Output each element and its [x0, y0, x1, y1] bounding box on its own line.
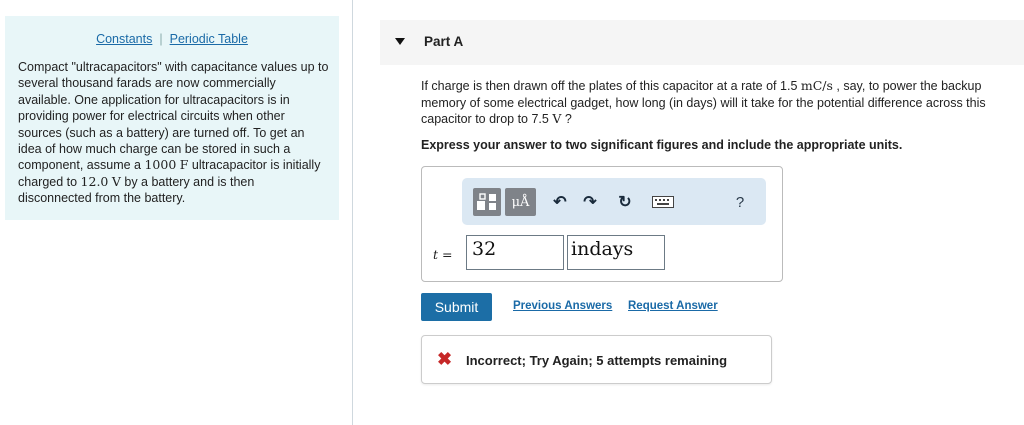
- initial-voltage-value: 12.0: [80, 173, 109, 189]
- capacitance-value: 1000: [144, 157, 177, 173]
- part-a-header[interactable]: Part A: [380, 20, 1024, 65]
- periodic-table-link[interactable]: Periodic Table: [170, 32, 248, 46]
- previous-answers-link[interactable]: Previous Answers: [513, 300, 612, 312]
- feedback-box: ✖ Incorrect; Try Again; 5 attempts remai…: [421, 335, 772, 384]
- reset-icon[interactable]: ↻: [611, 188, 639, 216]
- units-input[interactable]: indays: [567, 235, 665, 270]
- collapse-caret-icon[interactable]: [395, 38, 405, 45]
- value-input[interactable]: 32: [466, 235, 564, 270]
- reference-links: Constants | Periodic Table: [5, 32, 339, 46]
- final-voltage-value: 7.5: [531, 112, 549, 126]
- redo-icon[interactable]: ↷: [576, 188, 604, 216]
- part-title: Part A: [424, 34, 464, 49]
- undo-icon[interactable]: ↶: [546, 188, 574, 216]
- voltage-unit: V: [111, 173, 121, 189]
- intro-text-1: Compact "ultracapacitors" with capacitan…: [18, 60, 329, 173]
- help-button[interactable]: ?: [726, 188, 754, 216]
- rate-value: 1.5: [780, 79, 798, 93]
- incorrect-x-icon: ✖: [437, 349, 453, 369]
- feedback-message: Incorrect; Try Again; 5 attempts remaini…: [466, 353, 728, 368]
- question-text-3: ?: [561, 112, 572, 126]
- question-text: If charge is then drawn off the plates o…: [421, 78, 1017, 128]
- request-answer-link[interactable]: Request Answer: [628, 300, 718, 312]
- submit-button[interactable]: Submit: [421, 293, 492, 321]
- info-panel: Constants | Periodic Table Compact "ultrac…: [5, 16, 339, 220]
- problem-intro: Compact "ultracapacitors" with capacitan…: [18, 59, 330, 207]
- templates-icon: [477, 193, 496, 210]
- math-toolbar: μÅ ↶ ↷ ↻ ?: [462, 178, 766, 225]
- panel-divider: [352, 0, 353, 425]
- units-button[interactable]: μÅ: [505, 188, 536, 216]
- keyboard-icon[interactable]: [649, 188, 677, 216]
- answer-instruction: Express your answer to two significant f…: [421, 138, 903, 152]
- constants-link[interactable]: Constants: [96, 32, 152, 46]
- answer-area: μÅ ↶ ↷ ↻ ? t = 32 indays: [421, 166, 783, 282]
- keyboard-shape: [652, 196, 674, 208]
- rate-unit: mC/s: [800, 78, 833, 93]
- templates-button[interactable]: [473, 188, 501, 216]
- question-text-1: If charge is then drawn off the plates o…: [421, 79, 781, 93]
- link-separator: |: [159, 32, 163, 46]
- variable-label: t =: [433, 247, 453, 262]
